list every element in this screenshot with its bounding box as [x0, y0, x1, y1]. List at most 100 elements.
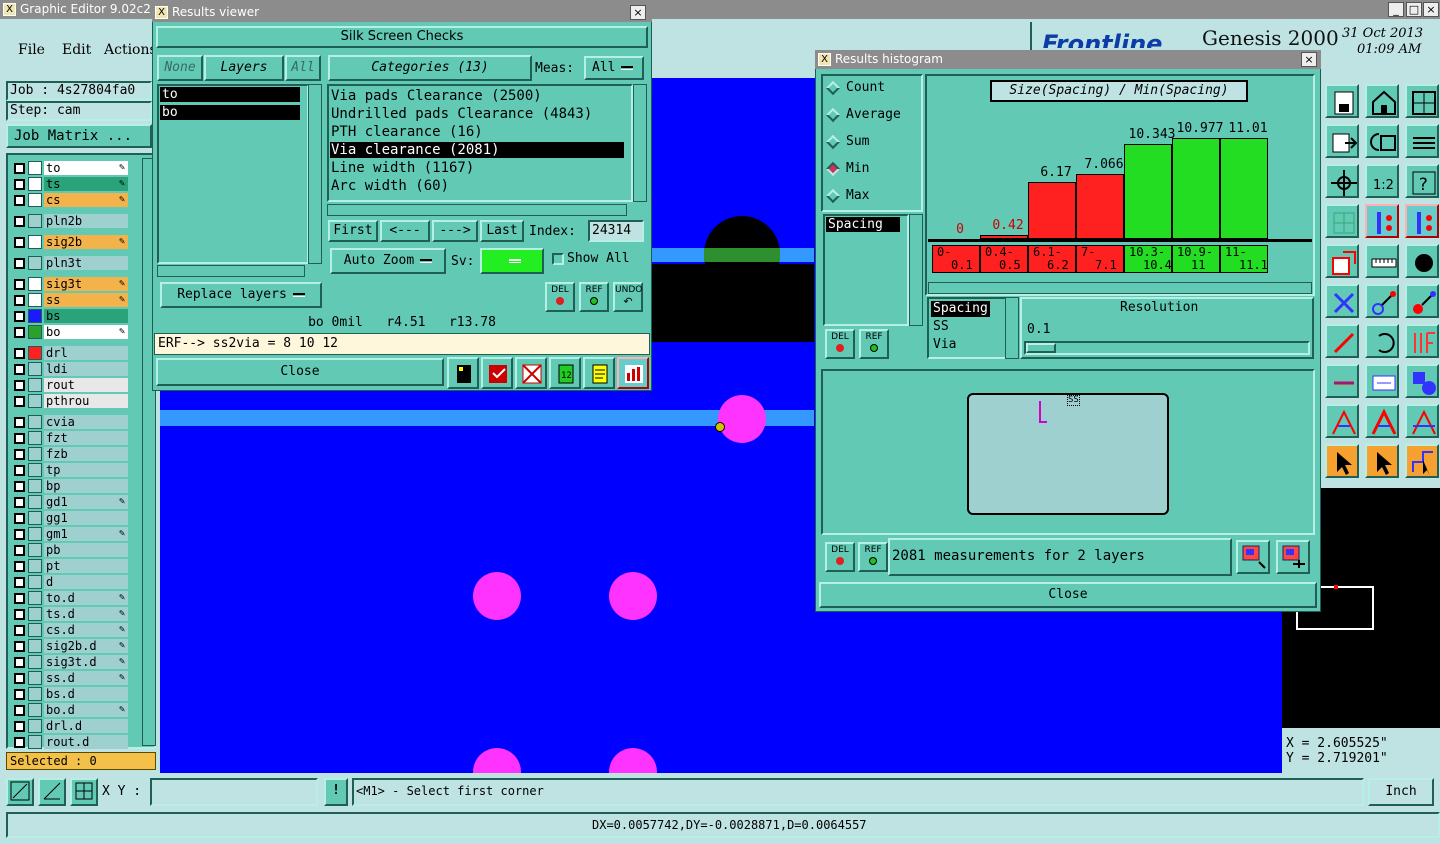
layer-checkbox[interactable]: [14, 195, 25, 206]
auto-zoom-dropdown[interactable]: Auto Zoom: [330, 248, 446, 274]
layer-checkbox[interactable]: [14, 497, 25, 508]
layer-checkbox[interactable]: [14, 433, 25, 444]
maximize-button[interactable]: □: [1406, 2, 1422, 17]
layer-checkbox[interactable]: [14, 237, 25, 248]
layer-row[interactable]: ss.d ✎: [12, 671, 128, 685]
category-item[interactable]: Line width (1167): [330, 160, 624, 176]
sv-color-dropdown[interactable]: [480, 248, 544, 274]
histogram-bar[interactable]: [1220, 138, 1268, 239]
layer-checkbox[interactable]: [14, 216, 25, 227]
layer-checkbox[interactable]: [14, 179, 25, 190]
layer-color-swatch[interactable]: [28, 277, 42, 291]
rv-layer-item[interactable]: to: [160, 87, 300, 102]
layer-name[interactable]: pln3t: [44, 256, 128, 270]
move-red-tool-button[interactable]: [1365, 284, 1399, 318]
layer-color-swatch[interactable]: [28, 591, 42, 605]
flip-tool-button[interactable]: [1405, 324, 1439, 358]
layer-color-swatch[interactable]: [28, 362, 42, 376]
layer-color-swatch[interactable]: [28, 735, 42, 749]
layer-color-swatch[interactable]: [28, 325, 42, 339]
menu-file[interactable]: File: [18, 42, 45, 58]
layer-color-swatch[interactable]: [28, 511, 42, 525]
layer-checkbox[interactable]: [14, 673, 25, 684]
layer-checkbox[interactable]: [14, 481, 25, 492]
arrow-a-red-tool-button[interactable]: [1365, 404, 1399, 438]
layer-checkbox[interactable]: [14, 737, 25, 748]
layer-name[interactable]: bs: [44, 309, 128, 323]
filter-all-button[interactable]: All: [285, 55, 321, 81]
fit-tool-button[interactable]: [1325, 164, 1359, 198]
layer-row[interactable]: cs.d ✎: [12, 623, 128, 637]
layer-checkbox[interactable]: [14, 513, 25, 524]
layer-checkbox[interactable]: [14, 295, 25, 306]
layer-name[interactable]: drl.d: [44, 719, 128, 733]
mode-radio-count[interactable]: Count: [824, 78, 914, 98]
help-tool-button[interactable]: ?: [1405, 164, 1439, 198]
layer-name[interactable]: sig3t.d: [44, 655, 128, 669]
layer-name[interactable]: bo.d: [44, 703, 128, 717]
layer-row[interactable]: bp: [12, 479, 128, 493]
layer-name[interactable]: to.d: [44, 591, 128, 605]
category-item[interactable]: Via pads Clearance (2500): [330, 88, 624, 104]
layer-row[interactable]: bs: [12, 309, 128, 323]
layer-color-swatch[interactable]: [28, 623, 42, 637]
undo-tool-button[interactable]: [1365, 324, 1399, 358]
layer-row[interactable]: pt: [12, 559, 128, 573]
layer-checkbox[interactable]: [14, 163, 25, 174]
measure-button[interactable]: [38, 778, 66, 806]
layer-name[interactable]: pln2b: [44, 214, 128, 228]
layer-name[interactable]: ldi: [44, 362, 128, 376]
layer-checkbox[interactable]: [14, 705, 25, 716]
ruler-tool-button[interactable]: [1365, 244, 1399, 278]
line-tool-button[interactable]: [1325, 324, 1359, 358]
compare-tool-button[interactable]: 12: [549, 357, 581, 389]
measure-item-spacing[interactable]: Spacing: [826, 217, 900, 232]
layer-name[interactable]: sig3t: [44, 277, 128, 291]
measure-listbox-scrollbar[interactable]: [909, 214, 923, 326]
categories-listbox-scrollbar[interactable]: [633, 84, 647, 202]
scale-1-2-tool-button[interactable]: 1:2: [1365, 164, 1399, 198]
layer-checkbox[interactable]: [14, 561, 25, 572]
pointer-alt-tool-button[interactable]: [1365, 444, 1399, 478]
layer-name[interactable]: cvia: [44, 415, 128, 429]
layer-checkbox[interactable]: [14, 657, 25, 668]
layer-checkbox[interactable]: [14, 545, 25, 556]
results-viewer-close-button[interactable]: ×: [630, 5, 646, 20]
layer-name[interactable]: cs.d: [44, 623, 128, 637]
layer-checkbox[interactable]: [14, 348, 25, 359]
layer-color-swatch[interactable]: [28, 671, 42, 685]
replace-layers-dropdown[interactable]: Replace layers: [160, 282, 322, 308]
histogram-close-button[interactable]: Close: [819, 582, 1317, 608]
layer-checkbox[interactable]: [14, 689, 25, 700]
layer-name[interactable]: gd1: [44, 495, 128, 509]
layer-color-swatch[interactable]: [28, 655, 42, 669]
histogram-bar[interactable]: [1028, 182, 1076, 239]
layer-row[interactable]: sig3t.d ✎: [12, 655, 128, 669]
layer-checkbox[interactable]: [14, 258, 25, 269]
layer-name[interactable]: fzb: [44, 447, 128, 461]
select-tool-button[interactable]: [1405, 444, 1439, 478]
layer-name[interactable]: ts.d: [44, 607, 128, 621]
hist-delete-button[interactable]: DEL: [825, 329, 855, 359]
layer-color-swatch[interactable]: [28, 161, 42, 175]
layer-checkbox[interactable]: [14, 364, 25, 375]
layer-color-swatch[interactable]: [28, 703, 42, 717]
bottom-list-item[interactable]: Spacing: [931, 301, 990, 317]
rotate-tool-button[interactable]: [1365, 124, 1399, 158]
hist-refresh-button[interactable]: REF: [859, 329, 889, 359]
layer-checkbox[interactable]: [14, 593, 25, 604]
layer-color-swatch[interactable]: [28, 607, 42, 621]
layer-checkbox[interactable]: [14, 327, 25, 338]
show-all-checkbox[interactable]: [552, 253, 564, 265]
layer-row[interactable]: pthrou: [12, 394, 128, 408]
resolution-slider[interactable]: [1024, 341, 1310, 355]
histogram-bar[interactable]: [1172, 138, 1220, 239]
layer-row[interactable]: ts ✎: [12, 177, 128, 191]
layer-name[interactable]: tp: [44, 463, 128, 477]
layer-row[interactable]: d: [12, 575, 128, 589]
layers-tool-button[interactable]: [1405, 124, 1439, 158]
layer-row[interactable]: bs.d: [12, 687, 128, 701]
layer-checkbox[interactable]: [14, 311, 25, 322]
layer-name[interactable]: drl: [44, 346, 128, 360]
layer-name[interactable]: fzt: [44, 431, 128, 445]
